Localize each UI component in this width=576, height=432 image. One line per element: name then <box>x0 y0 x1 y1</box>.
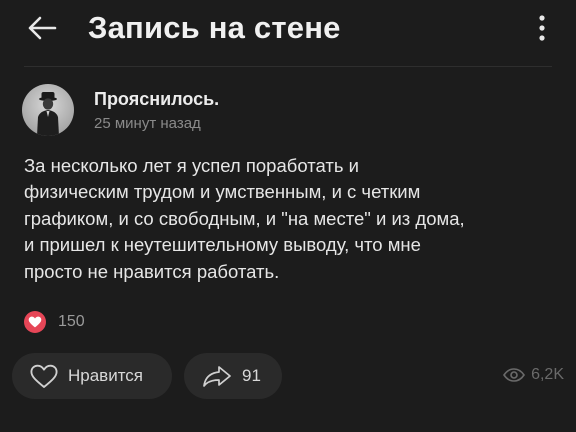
avatar[interactable] <box>22 84 74 136</box>
share-count: 91 <box>242 366 261 385</box>
share-button[interactable]: 91 <box>184 353 282 399</box>
like-button[interactable]: Нравится <box>12 353 172 399</box>
post-timestamp: 25 минут назад <box>94 115 201 132</box>
eye-icon <box>503 368 526 382</box>
views-count: 6,2K <box>531 366 564 383</box>
arrow-left-icon <box>28 16 57 40</box>
header-divider <box>24 66 552 67</box>
like-label: Нравится <box>68 366 144 385</box>
person-silhouette-icon <box>37 92 59 136</box>
more-vertical-icon <box>539 15 545 41</box>
post-body: За несколько лет я успел поработать и фи… <box>24 155 465 282</box>
author-name[interactable]: Прояснилось. <box>94 88 219 110</box>
top-bar: Запись на стене <box>0 0 576 60</box>
wall-post-screen: Запись на стене Прояснилось. 25 минут на… <box>0 0 576 432</box>
reaction-count: 150 <box>58 313 85 330</box>
page-title: Запись на стене <box>88 10 341 45</box>
reaction-summary[interactable]: 150 <box>24 310 85 334</box>
back-button[interactable] <box>22 10 62 46</box>
heart-outline-icon <box>30 364 58 389</box>
heart-reaction-icon <box>24 311 46 333</box>
views-counter: 6,2K <box>503 366 564 384</box>
share-arrow-icon <box>202 364 232 388</box>
more-options-button[interactable] <box>530 10 554 46</box>
